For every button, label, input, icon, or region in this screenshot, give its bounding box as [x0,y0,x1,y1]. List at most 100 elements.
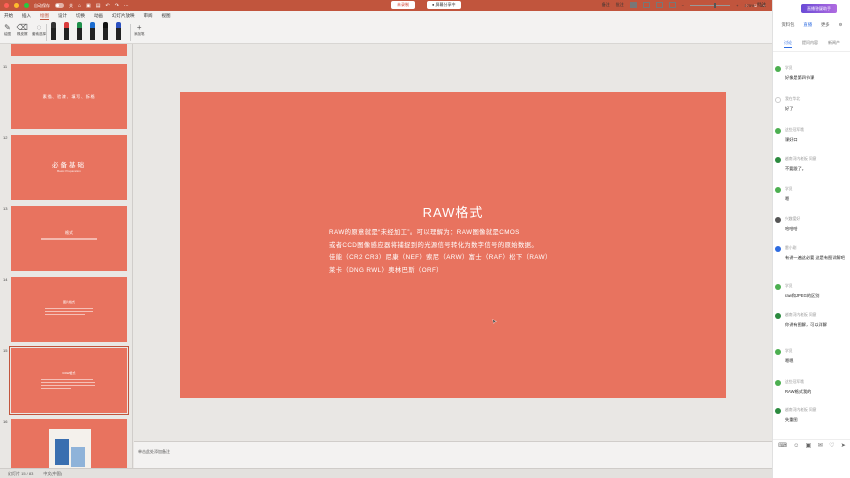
slide-thumbnail-12[interactable]: 必备基础 Basic Preparation [11,135,127,200]
avatar[interactable] [775,157,781,163]
fit-to-window-icon[interactable]: ⊡ [761,3,764,8]
zoom-slider[interactable] [690,2,731,8]
subtab-discussion[interactable]: 讨论 [784,40,792,48]
zoom-slider-handle[interactable] [713,2,716,8]
avatar[interactable] [775,217,781,223]
chat-banner[interactable]: 直播答疑助手 [801,4,837,13]
tab-transitions[interactable]: 切换 [76,13,85,19]
normal-view-icon[interactable] [629,2,637,8]
chat-settings-icon[interactable]: ⚙ [839,22,843,30]
avatar[interactable] [775,284,781,290]
slide-canvas[interactable]: RAW格式 RAW的原意就是“未经加工”。可以理解为：RAW图像就是CMOS 或… [134,44,772,441]
notes-pane[interactable]: 单击此处添加备注 [134,441,772,468]
avatar[interactable] [775,313,781,319]
keyboard-icon[interactable]: ⌨ [778,442,787,449]
autosave-toggle[interactable] [55,3,64,8]
chat-username[interactable]: 学员 [785,284,793,289]
tab-insert[interactable]: 插入 [22,13,31,19]
tab-view[interactable]: 视图 [162,13,171,19]
screen-sharing-status[interactable]: ● 屏幕分享中 [427,1,461,9]
lasso-tool-button[interactable]: ◌ 套索选择 [32,23,46,37]
chat-username[interactable]: 越南河内老板 同意 [785,408,816,413]
emoji-icon[interactable]: ☺ [793,443,799,449]
pen-green[interactable] [76,22,83,43]
tab-design[interactable]: 设计 [58,13,67,19]
tab-draw[interactable]: 绘图 [40,13,49,20]
chat-username[interactable]: 这些冠军哦 [785,380,804,385]
send-icon[interactable]: ➤ [841,442,846,449]
zoom-level[interactable]: 175% [744,3,754,8]
slide-title[interactable]: RAW格式 [180,202,726,221]
zoom-out-icon[interactable]: − [682,3,684,8]
redo-icon[interactable]: ↷ [115,3,119,9]
undo-icon[interactable]: ↶ [106,3,110,9]
comments-toggle[interactable]: 批注 [616,2,624,8]
pen-black[interactable] [50,22,57,43]
highlighter-blue[interactable] [115,22,122,43]
pen-blue[interactable] [89,22,96,43]
subtab-news[interactable]: 新闻产 [828,40,840,48]
zoom-in-icon[interactable]: + [736,3,738,8]
slide-thumbnail-16[interactable] [11,419,127,468]
chat-username[interactable]: 越南河内老板 同意 [785,313,816,318]
current-slide[interactable]: RAW格式 RAW的原意就是“未经加工”。可以理解为：RAW图像就是CMOS 或… [180,92,726,398]
chat-username[interactable]: 我在华北 [785,97,800,102]
more-icon[interactable]: ⋯ [124,3,129,9]
chat-username[interactable]: 学员 [785,349,793,354]
chat-username[interactable]: 越南河内老板 同意 [785,157,816,162]
slide-body-text[interactable]: RAW的原意就是“未经加工”。可以理解为：RAW图像就是CMOS 或者CCD图像… [329,227,649,278]
slide-thumbnail-13[interactable]: 格式 [11,206,127,271]
gift-icon[interactable]: ✉ [818,442,823,449]
chat-username[interactable]: 兴趣爱好 [785,217,800,222]
chat-username[interactable]: 学员 [785,187,793,192]
tab-live[interactable]: 直播 [803,22,812,30]
zoom-window-button[interactable] [24,3,29,8]
home-icon[interactable]: ⌂ [78,3,81,9]
slide-thumbnail-panel[interactable]: 11 素描、验漆、填写、拆格 12 必备基础 Basic Preparation… [0,44,133,468]
tab-animations[interactable]: 动画 [94,13,103,19]
avatar[interactable] [775,66,781,72]
avatar[interactable] [775,380,781,386]
subtab-questions[interactable]: 提问内容 [802,40,818,48]
pen-body [116,28,121,40]
avatar[interactable] [775,246,781,252]
eraser-tool-button[interactable]: ⌫ 橡皮擦 [17,23,28,37]
draw-tool-button[interactable]: ✎ 绘图 [3,23,12,37]
avatar[interactable] [775,187,781,193]
tab-home[interactable]: 开始 [4,13,13,19]
reading-view-icon[interactable] [655,2,663,8]
avatar[interactable] [775,349,781,355]
slideshow-view-icon[interactable] [668,2,676,8]
avatar[interactable] [775,128,781,134]
notes-toggle[interactable]: 备注 [602,2,610,8]
slide-thumbnail-14[interactable]: 图片格式 [11,277,127,342]
slide-thumbnail-11[interactable]: 素描、验漆、填写、拆格 [11,64,127,129]
like-icon[interactable]: ♡ [829,442,834,449]
add-pen-button[interactable]: + 添加笔 [134,23,145,37]
slide-thumbnail-10[interactable] [11,44,127,56]
tab-more[interactable]: 更多 [821,22,830,30]
image-icon[interactable]: ▣ [806,442,812,449]
lasso-icon: ◌ [36,23,42,32]
chat-username[interactable]: 学员 [785,66,793,71]
thumbnail-content [41,388,71,389]
tab-review[interactable]: 审阅 [144,13,153,19]
pen-red[interactable] [63,22,70,43]
tab-slideshow[interactable]: 幻灯片放映 [112,13,135,19]
slide-thumbnail-15-selected[interactable]: RAW格式 [9,346,129,415]
avatar[interactable] [775,408,781,414]
save-icon[interactable]: ▣ [86,3,91,9]
sorter-view-icon[interactable] [642,2,650,8]
print-icon[interactable]: ▤ [96,3,101,9]
language-indicator[interactable]: 中文(中国) [43,471,62,477]
ribbon-divider [46,24,47,41]
draw-ribbon: ✎ 绘图 ⌫ 橡皮擦 ◌ 套索选择 + 添加笔 [0,21,772,44]
minimize-window-button[interactable] [14,3,19,8]
chat-message-text: 课好口 [785,137,798,142]
chat-username[interactable]: 雷小刚 [785,246,796,251]
close-window-button[interactable] [4,3,9,8]
tab-materials[interactable]: 资料包 [782,22,795,30]
avatar[interactable] [775,97,781,103]
chat-username[interactable]: 这些冠军哦 [785,128,804,133]
pen-dark[interactable] [102,22,109,43]
